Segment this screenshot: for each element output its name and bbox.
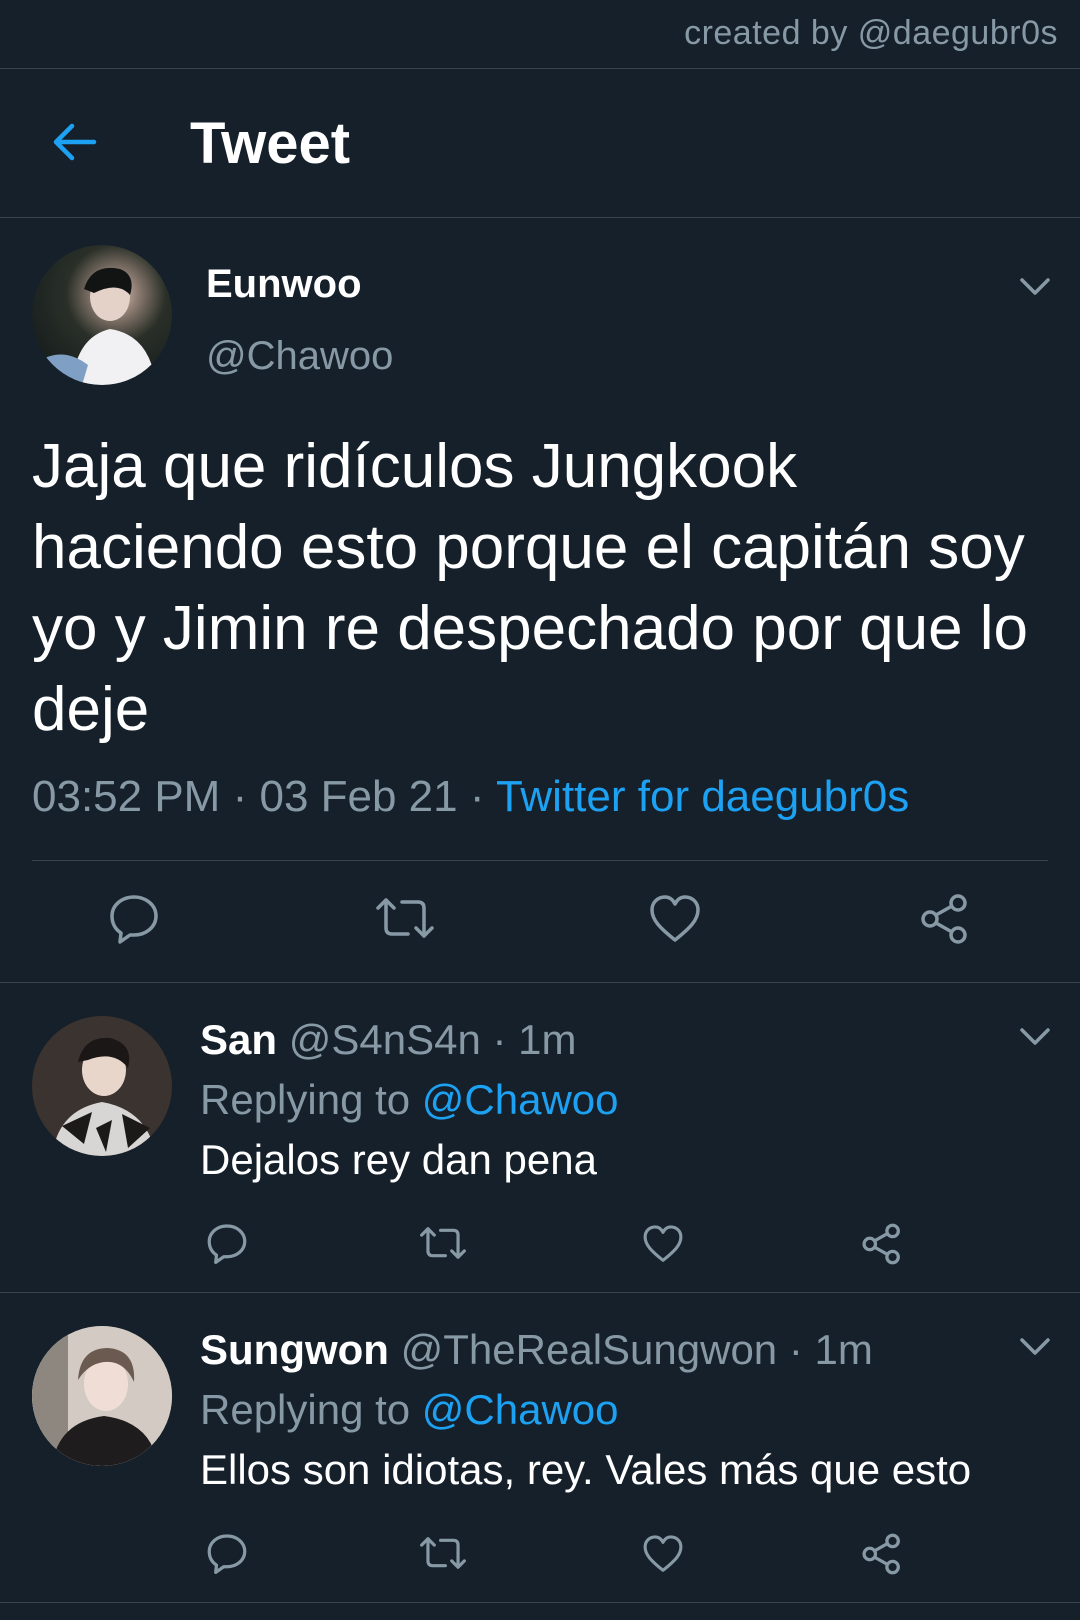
arrow-left-icon[interactable] — [48, 116, 100, 168]
tweet-meta: 03:52 PM · 03 Feb 21 · Twitter for daegu… — [32, 772, 909, 822]
avatar[interactable] — [32, 1016, 172, 1156]
chevron-down-icon[interactable] — [1018, 1336, 1052, 1358]
divider — [0, 1292, 1080, 1293]
tweet-source-link[interactable]: Twitter for daegubr0s — [496, 772, 909, 821]
author-handle[interactable]: @Chawoo — [206, 334, 393, 379]
replying-to-prefix: Replying to — [200, 1386, 411, 1433]
author-name[interactable]: Eunwoo — [206, 262, 362, 307]
reply-icon[interactable] — [206, 1222, 248, 1264]
meta-separator: · — [469, 772, 485, 821]
share-icon[interactable] — [860, 1222, 904, 1266]
avatar-image — [32, 1326, 172, 1466]
reply-author-handle[interactable]: @TheRealSungwon — [401, 1326, 778, 1373]
retweet-icon[interactable] — [374, 894, 436, 942]
tweet-header: Tweet — [0, 70, 1080, 218]
avatar-image — [32, 1016, 172, 1156]
reply-icon[interactable] — [108, 892, 160, 944]
avatar[interactable] — [32, 1326, 172, 1466]
creator-credit: created by @daegubr0s — [684, 14, 1058, 52]
divider — [0, 217, 1080, 218]
divider — [0, 1602, 1080, 1603]
meta-separator: · — [492, 1016, 507, 1063]
replying-to: Replying to @Chawoo — [200, 1386, 619, 1434]
meta-separator: · — [788, 1326, 803, 1373]
like-heart-icon[interactable] — [648, 894, 702, 944]
retweet-icon[interactable] — [418, 1534, 468, 1572]
reply-time: 1m — [814, 1326, 873, 1373]
meta-separator: · — [232, 772, 248, 821]
like-heart-icon[interactable] — [642, 1534, 684, 1574]
retweet-icon[interactable] — [418, 1224, 468, 1262]
page-title: Tweet — [190, 111, 351, 176]
tweet-text: Jaja que ridículos Jungkook haciendo est… — [32, 432, 1029, 744]
avatar[interactable] — [32, 245, 172, 385]
divider — [0, 982, 1080, 983]
reply-time: 1m — [518, 1016, 577, 1063]
tweet-date: 03 Feb 21 — [259, 772, 458, 821]
reply-header: Sungwon @TheRealSungwon · 1m — [200, 1326, 873, 1374]
share-icon[interactable] — [860, 1532, 904, 1576]
share-icon[interactable] — [918, 892, 972, 946]
divider — [0, 68, 1080, 69]
divider — [32, 860, 1048, 861]
chevron-down-icon[interactable] — [1018, 276, 1052, 298]
reply-author-name[interactable]: San — [200, 1016, 277, 1063]
reply-author-handle[interactable]: @S4nS4n — [289, 1016, 481, 1063]
reply-icon[interactable] — [206, 1532, 248, 1574]
avatar-image — [32, 267, 156, 385]
reply-text: Dejalos rey dan pena — [200, 1136, 597, 1183]
replying-to-mention[interactable]: @Chawoo — [422, 1076, 619, 1123]
replying-to-mention[interactable]: @Chawoo — [422, 1386, 619, 1433]
like-heart-icon[interactable] — [642, 1224, 684, 1264]
chevron-down-icon[interactable] — [1018, 1026, 1052, 1048]
tweet-time: 03:52 PM — [32, 772, 221, 821]
replying-to: Replying to @Chawoo — [200, 1076, 619, 1124]
reply-author-name[interactable]: Sungwon — [200, 1326, 389, 1373]
replying-to-prefix: Replying to — [200, 1076, 411, 1123]
reply-text: Ellos son idiotas, rey. Vales más que es… — [200, 1446, 972, 1493]
reply-header: San @S4nS4n · 1m — [200, 1016, 577, 1064]
